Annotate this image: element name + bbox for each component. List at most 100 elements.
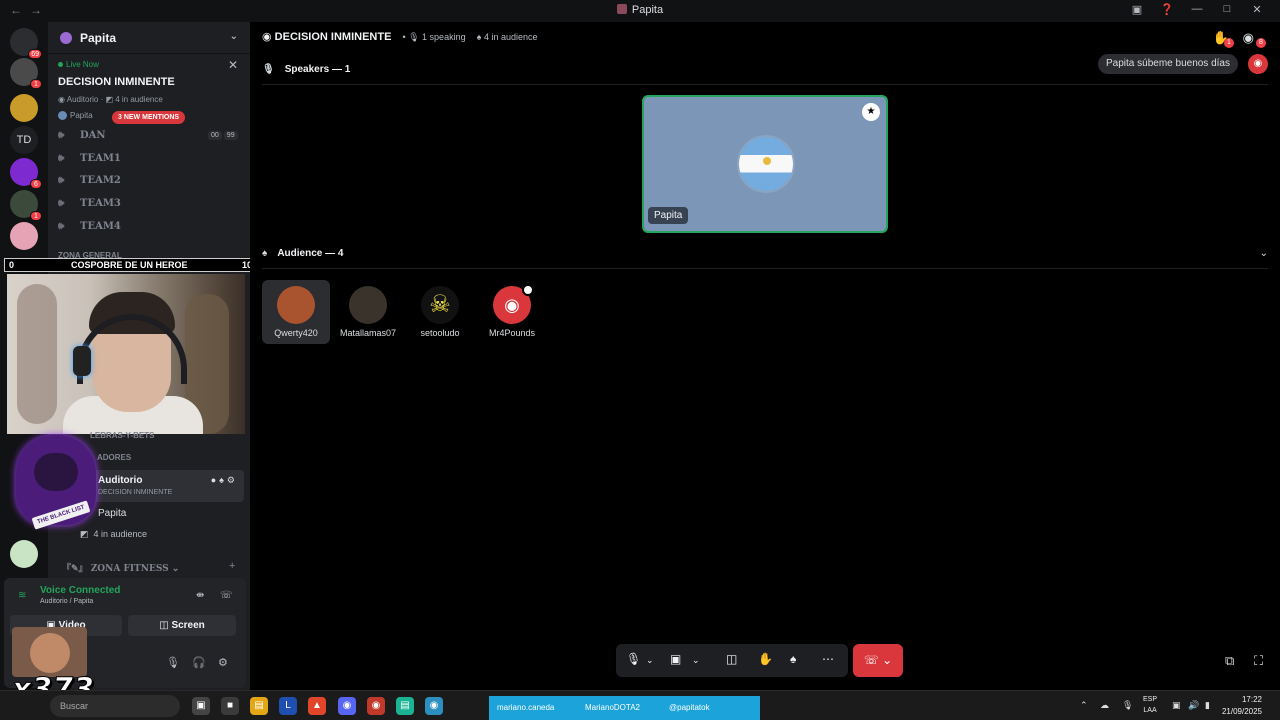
category-zona-fitness[interactable]: 『✎』 ZONA FITNESS ⌄: [62, 561, 179, 574]
request-toast[interactable]: Papita súbeme buenos días: [1098, 54, 1238, 74]
inbox-window-icon[interactable]: ▣: [1122, 3, 1152, 16]
audience-member[interactable]: ◉ Mr4Pounds: [478, 280, 546, 344]
microphone-toggle-icon[interactable]: 🎙: [626, 652, 641, 666]
notepad-icon[interactable]: ▤: [396, 697, 414, 715]
popout-icon[interactable]: ⧉: [1225, 653, 1234, 669]
avatar: [277, 286, 315, 324]
live-dot-icon: [58, 62, 63, 67]
microphone-icon: 🎙: [262, 64, 275, 75]
task-view-icon[interactable]: ▣: [192, 697, 210, 715]
voice-location[interactable]: Auditorio / Papita: [40, 598, 93, 605]
audience-icon: ♠: [262, 248, 268, 259]
microphone-tray-icon[interactable]: 🎙: [1122, 700, 1133, 711]
server-badge: 1: [30, 79, 42, 89]
discord-taskbar-icon[interactable]: ◉: [338, 697, 356, 715]
chevron-down-icon[interactable]: ⌄: [646, 655, 654, 666]
live-host: Papita: [58, 111, 93, 120]
screen-share-icon[interactable]: ◫: [726, 652, 737, 666]
disconnect-icon[interactable]: ☏: [220, 590, 233, 601]
app-icon[interactable]: ■: [221, 697, 239, 715]
noise-suppression-icon[interactable]: ⇼: [196, 590, 204, 601]
channel-actions-icons[interactable]: ●♠⚙: [211, 475, 238, 486]
headphones-icon[interactable]: 🎧: [192, 656, 206, 669]
server-badge: 1: [30, 211, 42, 221]
server-icon[interactable]: 1: [10, 190, 42, 221]
add-channel-icon[interactable]: +: [229, 560, 235, 572]
channel-team1[interactable]: 🕪 TEAM1: [58, 153, 238, 171]
channel-team2[interactable]: 🕪 TEAM2: [58, 175, 238, 193]
speaking-count: • 🎙 1 speaking: [402, 32, 466, 42]
title-bar: ←→ Papita ▣ ❓ — □ ✕: [0, 0, 1280, 22]
raise-hand-off-icon[interactable]: ✋: [758, 652, 773, 666]
inbox-badge: 8: [1256, 38, 1266, 48]
signal-icon: ≋: [18, 590, 27, 601]
server-header[interactable]: Papita ⌄: [48, 22, 250, 54]
speaker-icon: 🕪: [58, 198, 65, 209]
file-explorer-icon[interactable]: ▤: [250, 697, 268, 715]
server-icon[interactable]: 1: [10, 58, 42, 89]
system-clock[interactable]: 17:22 21/09/2025: [1222, 694, 1262, 718]
home-badge: 69: [28, 49, 42, 59]
maximize-button[interactable]: □: [1212, 3, 1242, 16]
speaker-name: Papita: [648, 207, 689, 224]
settings-gear-icon[interactable]: ⚙: [218, 656, 228, 669]
audience-member[interactable]: ☠ setooludo: [406, 280, 474, 344]
microphone-icon[interactable]: 🎙: [166, 656, 180, 669]
stage-header: ◉ DECISION INMINENTE • 🎙 1 speaking ♠ 4 …: [262, 30, 538, 43]
battery-icon[interactable]: ▮: [1205, 700, 1210, 711]
invite-icon[interactable]: ♠: [790, 652, 796, 666]
new-mentions-pill[interactable]: 3 NEW MENTIONS: [112, 111, 186, 124]
home-button[interactable]: 69: [10, 28, 42, 59]
more-options-icon[interactable]: ⋯: [822, 652, 834, 666]
server-icon[interactable]: 6: [10, 158, 42, 189]
close-icon[interactable]: ✕: [228, 58, 238, 72]
voice-user-papita[interactable]: Papita: [98, 508, 126, 519]
app-icon[interactable]: ◉: [367, 697, 385, 715]
globe-icon[interactable]: ◉: [425, 697, 443, 715]
channel-team4[interactable]: 🕪 TEAM4: [58, 221, 238, 239]
screen-share-button[interactable]: ◫ Screen: [128, 615, 236, 636]
chevron-down-icon[interactable]: ⌄: [1260, 248, 1268, 259]
raise-hand-badge: 1: [1224, 38, 1234, 48]
voice-status: Voice Connected: [40, 585, 121, 596]
stage-controls: 🎙 ⌄ ▣ ⌄ ◫ ✋ ♠ ⋯: [616, 644, 848, 677]
server-icon[interactable]: [10, 222, 38, 250]
minimize-button[interactable]: —: [1182, 3, 1212, 16]
leave-stage-button[interactable]: ☏ ⌄: [853, 644, 903, 677]
audience-member[interactable]: Qwerty420: [262, 280, 330, 344]
taskbar-search[interactable]: Buscar: [50, 695, 180, 717]
audience-count: ♠ 4 in audience: [476, 32, 538, 42]
video-off-icon[interactable]: ▣: [670, 652, 681, 666]
dan-counters: 00 99: [206, 131, 238, 140]
speaker-icon: 🕪: [58, 130, 65, 141]
audience-member[interactable]: Matallamas07: [334, 280, 402, 344]
voice-audience-count: ◩ 4 in audience: [80, 529, 148, 539]
app-icon-l[interactable]: L: [279, 697, 297, 715]
chevron-down-icon[interactable]: ⌄: [692, 655, 700, 666]
volume-icon[interactable]: 🔊: [1188, 700, 1199, 711]
brave-browser-icon[interactable]: ▲: [308, 697, 326, 715]
speaker-tile[interactable]: ★ Papita: [642, 95, 888, 233]
server-badge: 6: [30, 179, 42, 189]
live-title: DECISION INMINENTE: [58, 76, 175, 88]
server-name: Papita: [80, 30, 117, 45]
channel-team3[interactable]: 🕪 TEAM3: [58, 198, 238, 216]
avatar: [58, 111, 67, 120]
tray-chevron-icon[interactable]: ⌃: [1080, 700, 1088, 711]
skull-avatar: ☠: [421, 286, 459, 324]
stage-view: ◉ DECISION INMINENTE • 🎙 1 speaking ♠ 4 …: [250, 22, 1280, 690]
server-icon[interactable]: [10, 94, 38, 122]
help-icon[interactable]: ❓: [1152, 3, 1182, 16]
status-badge: [522, 284, 534, 296]
close-button[interactable]: ✕: [1242, 3, 1272, 16]
server-icon-td[interactable]: TD: [10, 126, 38, 154]
language-indicator[interactable]: ESP LAA: [1143, 694, 1157, 716]
category-jugadores: ADORES: [97, 453, 132, 462]
network-icon[interactable]: ▣: [1172, 700, 1181, 711]
server-icon[interactable]: [10, 540, 38, 568]
cloud-icon[interactable]: ☁: [1100, 700, 1109, 711]
black-list-logo: THE BLACK LIST: [12, 425, 100, 530]
server-avatar-icon: [60, 31, 72, 44]
stream-overlay-bar: 0 COSPOBRE DE UN HEROE 10: [4, 258, 257, 272]
fullscreen-icon[interactable]: ⛶: [1254, 653, 1263, 669]
